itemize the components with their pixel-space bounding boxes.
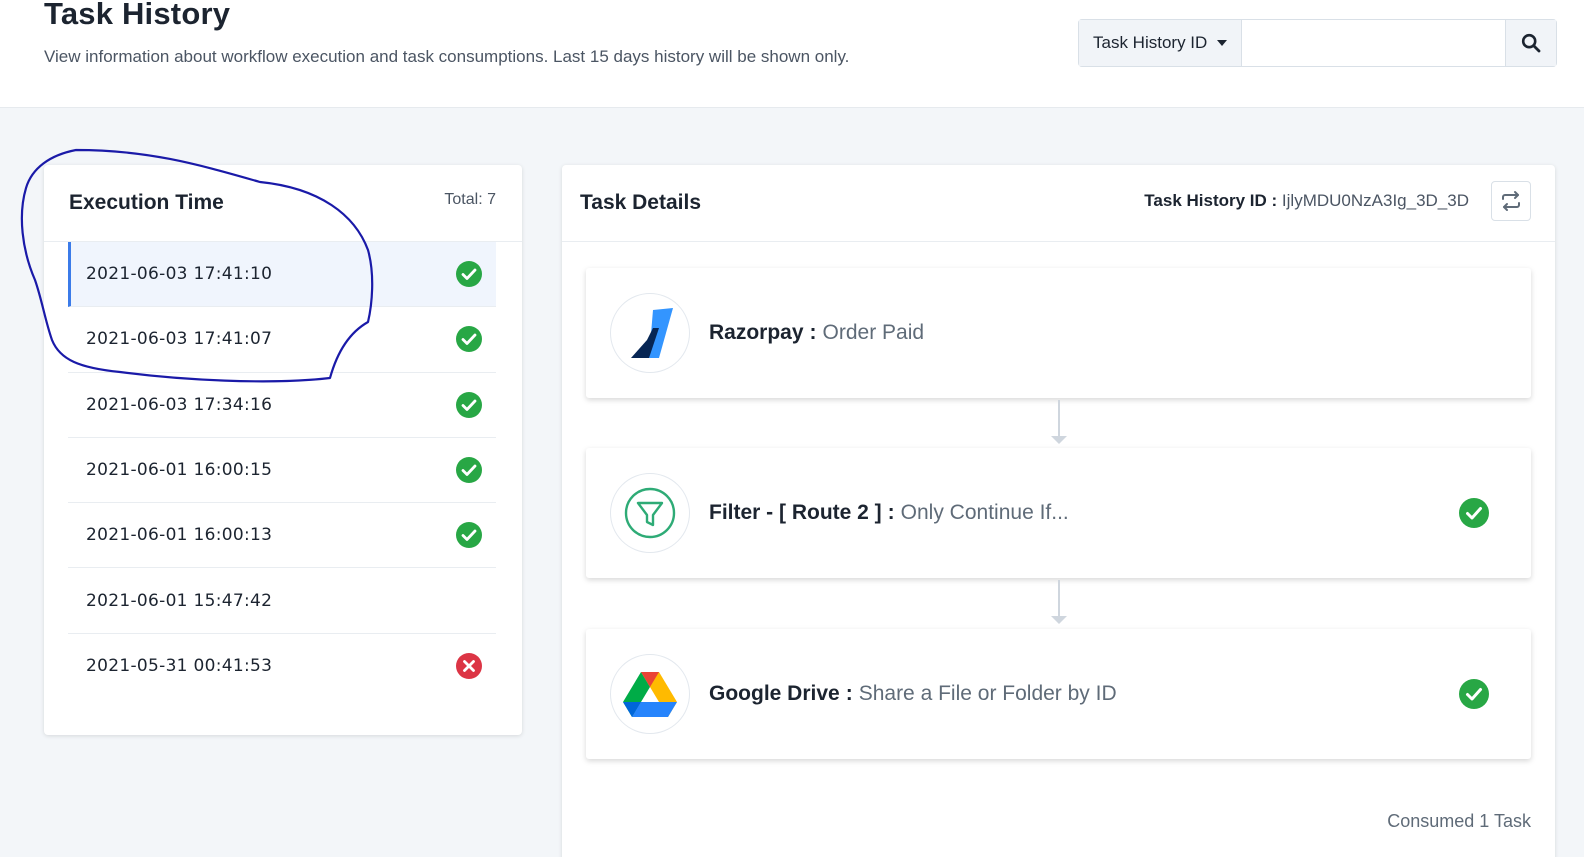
execution-time: 2021-06-01 16:00:13	[86, 525, 273, 546]
step-separator: :	[809, 321, 817, 344]
execution-time-title: Execution Time	[69, 191, 224, 214]
error-x-icon	[456, 653, 482, 680]
search-icon	[1521, 33, 1541, 53]
task-details-panel: Task Details Task History ID : IjlyMDU0N…	[562, 165, 1555, 857]
execution-row[interactable]: 2021-06-03 17:41:07	[68, 307, 496, 373]
step-app-name: Google Drive	[709, 682, 840, 705]
consumed-tasks: Consumed 1 Task	[1387, 811, 1531, 831]
execution-list: 2021-06-03 17:41:10 2021-06-03 17:41:07 20…	[68, 242, 496, 699]
success-check-icon	[456, 391, 482, 418]
execution-row[interactable]: 2021-06-01 16:00:15	[68, 438, 496, 504]
search-input[interactable]	[1242, 20, 1505, 66]
execution-row[interactable]: 2021-06-01 16:00:13	[68, 503, 496, 569]
divider	[562, 241, 1555, 242]
execution-time: 2021-06-01 15:47:42	[86, 590, 273, 611]
step-app-name: Filter - [ Route 2 ]	[709, 501, 882, 524]
step-app-name: Razorpay	[709, 321, 804, 344]
replay-button[interactable]	[1491, 181, 1531, 221]
page-title: Task History	[44, 0, 231, 31]
execution-row[interactable]: 2021-05-31 00:41:53	[68, 634, 496, 699]
search-filter-dropdown[interactable]: Task History ID	[1079, 20, 1242, 66]
execution-row[interactable]: 2021-06-01 15:47:42	[68, 568, 496, 634]
connector-line	[1058, 400, 1060, 436]
task-history-id: Task History ID : IjlyMDU0NzA3Ig_3D_3D	[1144, 191, 1469, 211]
google-drive-logo	[610, 654, 690, 734]
step-separator: :	[845, 682, 853, 705]
arrow-down-icon	[1051, 616, 1067, 624]
execution-time: 2021-06-03 17:41:10	[86, 264, 273, 285]
caret-down-icon	[1217, 40, 1228, 46]
step-google-drive[interactable]: Google Drive : Share a File or Folder by…	[586, 629, 1531, 759]
success-check-icon	[456, 326, 482, 353]
success-check-icon	[456, 457, 482, 484]
search-filter-label: Task History ID	[1093, 33, 1208, 52]
search-button[interactable]	[1505, 20, 1556, 66]
success-check-icon	[456, 522, 482, 549]
step-action: Share a File or Folder by ID	[858, 682, 1117, 705]
execution-time: 2021-05-31 00:41:53	[86, 656, 273, 677]
task-details-title: Task Details	[580, 191, 702, 214]
execution-time: 2021-06-01 16:00:15	[86, 460, 273, 481]
success-check-icon	[1459, 679, 1489, 709]
step-action: Order Paid	[822, 321, 925, 344]
repeat-icon	[1502, 191, 1520, 211]
step-razorpay[interactable]: Razorpay : Order Paid	[586, 268, 1531, 398]
execution-time-panel: Execution Time Total: 7 2021-06-03 17:41…	[44, 165, 522, 735]
search-group: Task History ID	[1078, 19, 1557, 67]
filter-icon	[610, 473, 690, 553]
connector-line	[1058, 580, 1060, 616]
success-check-icon	[1459, 498, 1489, 528]
execution-time: 2021-06-03 17:41:07	[86, 329, 273, 350]
execution-row[interactable]: 2021-06-03 17:34:16	[68, 373, 496, 438]
step-action: Only Continue If...	[900, 501, 1069, 524]
razorpay-logo	[610, 293, 690, 373]
execution-time: 2021-06-03 17:34:16	[86, 394, 273, 415]
step-filter[interactable]: Filter - [ Route 2 ] : Only Continue If.…	[586, 448, 1531, 578]
success-check-icon	[456, 261, 482, 288]
page-header: Task History View information about work…	[0, 0, 1584, 108]
arrow-down-icon	[1051, 436, 1067, 444]
task-history-id-value: IjlyMDU0NzA3Ig_3D_3D	[1281, 191, 1469, 210]
task-history-id-label: Task History ID :	[1144, 191, 1278, 210]
page-subtitle: View information about workflow executio…	[44, 47, 850, 66]
execution-total: Total: 7	[444, 191, 496, 208]
execution-row[interactable]: 2021-06-03 17:41:10	[68, 242, 496, 308]
step-separator: :	[887, 501, 895, 524]
